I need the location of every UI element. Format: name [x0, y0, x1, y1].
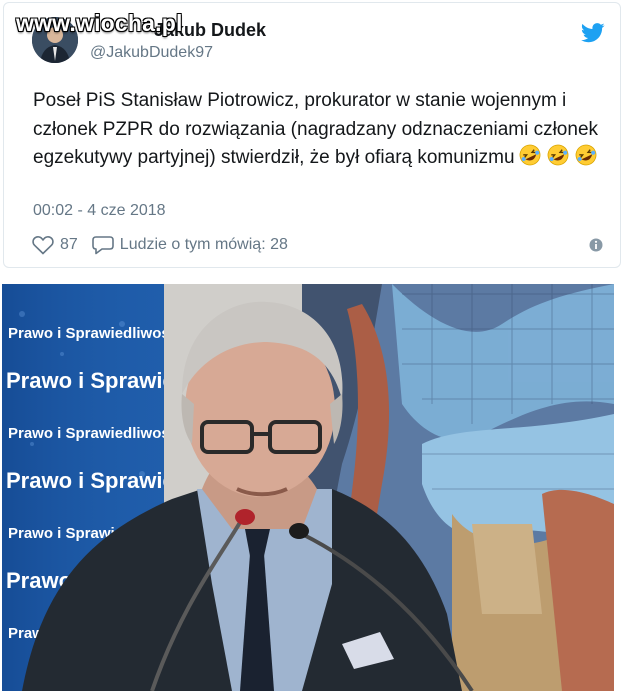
banner-text-small: Prawo i Sprawiedliwość: [8, 425, 178, 442]
like-button[interactable]: 87: [32, 235, 78, 255]
info-icon[interactable]: [589, 238, 603, 252]
rofl-emoji-icon: [519, 144, 540, 166]
tweet-timestamp[interactable]: 00:02 - 4 cze 2018: [33, 202, 166, 220]
discussion-link[interactable]: Ludzie o tym mówią: 28: [91, 235, 288, 255]
tweet-text: Poseł PiS Stanisław Piotrowicz, prokurat…: [33, 87, 603, 176]
banner-text-small: Prawo i Sprawiedliwość: [8, 325, 178, 342]
discussion-label: Ludzie o tym mówią: 28: [119, 236, 288, 253]
user-handle[interactable]: @JakubDudek97: [90, 44, 213, 62]
screenshot: Jakub Dudek @JakubDudek97 Poseł PiS Stan…: [0, 0, 626, 691]
speech-bubble-icon: [91, 236, 114, 255]
tweet-photo[interactable]: Prawo i Sprawiedliwość Prawo i Sprawiedl…: [2, 284, 614, 691]
emoji-group: [519, 144, 599, 176]
tweet-body: Poseł PiS Stanisław Piotrowicz, prokurat…: [33, 90, 599, 168]
heart-icon: [32, 236, 54, 255]
tweet-card: Jakub Dudek @JakubDudek97 Poseł PiS Stan…: [3, 2, 621, 268]
twitter-bird-icon[interactable]: [581, 23, 605, 43]
rofl-emoji-icon: [575, 144, 597, 166]
watermark: www.wiocha.pl: [16, 10, 183, 36]
like-count: 87: [60, 236, 78, 253]
tweet-actions: 87 Ludzie o tym mówią: 28: [32, 233, 288, 257]
rofl-emoji-icon: [547, 144, 569, 166]
